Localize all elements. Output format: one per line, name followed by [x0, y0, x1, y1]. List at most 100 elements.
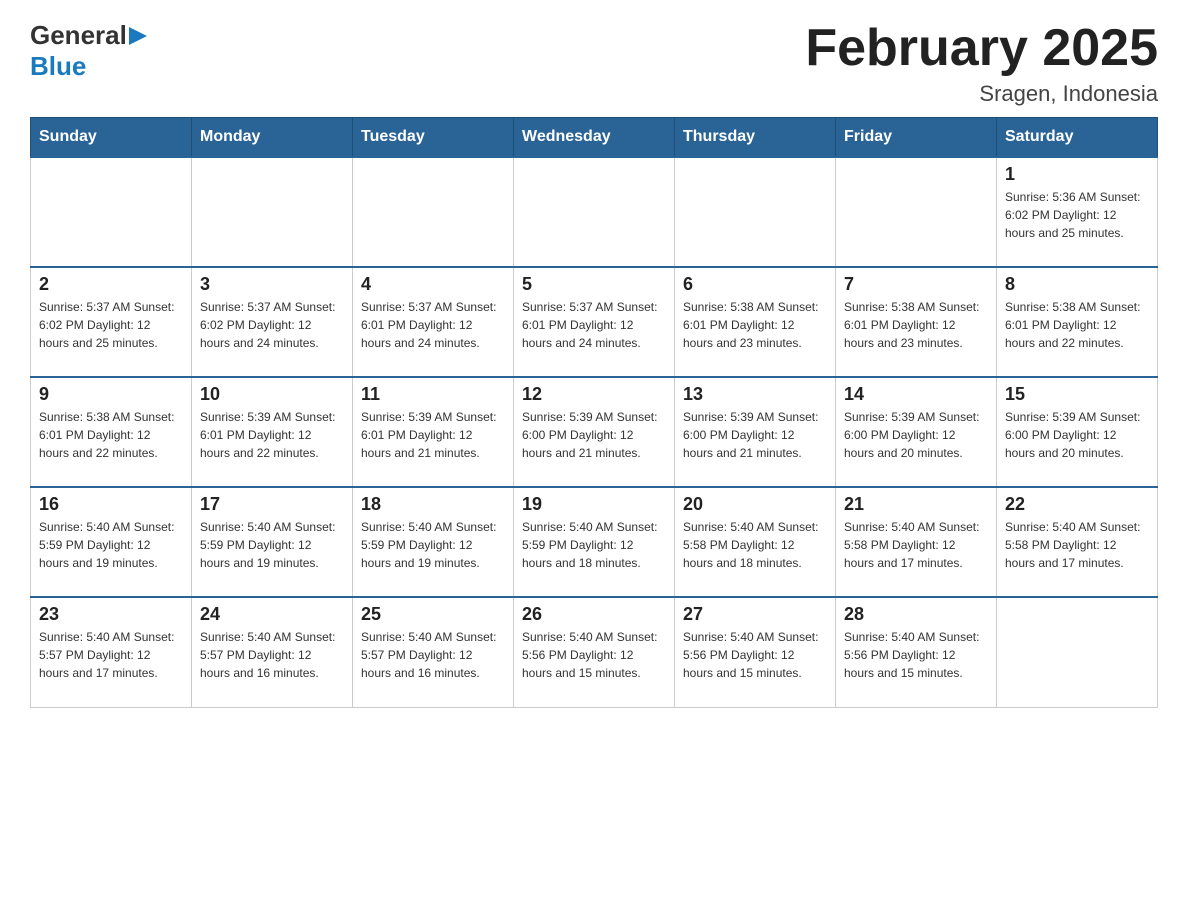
- calendar-cell: 17Sunrise: 5:40 AM Sunset: 5:59 PM Dayli…: [192, 487, 353, 597]
- calendar-cell: [31, 157, 192, 267]
- calendar-cell: 2Sunrise: 5:37 AM Sunset: 6:02 PM Daylig…: [31, 267, 192, 377]
- day-info: Sunrise: 5:40 AM Sunset: 5:57 PM Dayligh…: [361, 628, 505, 682]
- day-info: Sunrise: 5:39 AM Sunset: 6:00 PM Dayligh…: [522, 408, 666, 462]
- calendar-cell: 9 Sunrise: 5:38 AM Sunset: 6:01 PM Daylig…: [31, 377, 192, 487]
- week-row-4: 16 Sunrise: 5:40 AM Sunset: 5:59 PM Dayli…: [31, 487, 1158, 597]
- day-number: 21: [844, 494, 988, 515]
- day-number: 25: [361, 604, 505, 625]
- calendar-cell: 10Sunrise: 5:39 AM Sunset: 6:01 PM Dayli…: [192, 377, 353, 487]
- day-number: 24: [200, 604, 344, 625]
- calendar-cell: [353, 157, 514, 267]
- day-info: Sunrise: 5:40 AM Sunset: 5:58 PM Dayligh…: [844, 518, 988, 572]
- weekday-header-wednesday: Wednesday: [514, 118, 675, 158]
- day-info: Sunrise: 5:38 AM Sunset: 6:01 PM Dayligh…: [844, 298, 988, 352]
- calendar-cell: 27 Sunrise: 5:40 AM Sunset: 5:56 PM Dayli…: [675, 597, 836, 707]
- calendar-cell: 12 Sunrise: 5:39 AM Sunset: 6:00 PM Dayli…: [514, 377, 675, 487]
- calendar-cell: 6 Sunrise: 5:38 AM Sunset: 6:01 PM Daylig…: [675, 267, 836, 377]
- calendar-cell: [675, 157, 836, 267]
- day-info: Sunrise: 5:38 AM Sunset: 6:01 PM Dayligh…: [683, 298, 827, 352]
- day-info: Sunrise: 5:36 AM Sunset: 6:02 PM Dayligh…: [1005, 188, 1149, 242]
- day-info: Sunrise: 5:37 AM Sunset: 6:02 PM Dayligh…: [39, 298, 183, 352]
- weekday-header-tuesday: Tuesday: [353, 118, 514, 158]
- day-info: Sunrise: 5:40 AM Sunset: 5:56 PM Dayligh…: [683, 628, 827, 682]
- day-info: Sunrise: 5:40 AM Sunset: 5:57 PM Dayligh…: [39, 628, 183, 682]
- weekday-header-thursday: Thursday: [675, 118, 836, 158]
- day-number: 26: [522, 604, 666, 625]
- day-number: 6: [683, 274, 827, 295]
- logo-triangle-icon: [129, 27, 149, 47]
- day-info: Sunrise: 5:40 AM Sunset: 5:56 PM Dayligh…: [522, 628, 666, 682]
- day-info: Sunrise: 5:40 AM Sunset: 5:58 PM Dayligh…: [1005, 518, 1149, 572]
- week-row-3: 9 Sunrise: 5:38 AM Sunset: 6:01 PM Daylig…: [31, 377, 1158, 487]
- day-info: Sunrise: 5:39 AM Sunset: 6:00 PM Dayligh…: [683, 408, 827, 462]
- day-info: Sunrise: 5:37 AM Sunset: 6:01 PM Dayligh…: [361, 298, 505, 352]
- day-number: 22: [1005, 494, 1149, 515]
- weekday-header-saturday: Saturday: [997, 118, 1158, 158]
- calendar-cell: 21 Sunrise: 5:40 AM Sunset: 5:58 PM Dayli…: [836, 487, 997, 597]
- calendar-cell: 16 Sunrise: 5:40 AM Sunset: 5:59 PM Dayli…: [31, 487, 192, 597]
- title-block: February 2025 Sragen, Indonesia: [805, 20, 1158, 107]
- calendar-cell: 3Sunrise: 5:37 AM Sunset: 6:02 PM Daylig…: [192, 267, 353, 377]
- week-row-1: 1 Sunrise: 5:36 AM Sunset: 6:02 PM Daylig…: [31, 157, 1158, 267]
- calendar-cell: 15 Sunrise: 5:39 AM Sunset: 6:00 PM Dayli…: [997, 377, 1158, 487]
- day-info: Sunrise: 5:39 AM Sunset: 6:01 PM Dayligh…: [361, 408, 505, 462]
- calendar-cell: 7 Sunrise: 5:38 AM Sunset: 6:01 PM Daylig…: [836, 267, 997, 377]
- day-number: 17: [200, 494, 344, 515]
- calendar-title: February 2025: [805, 20, 1158, 77]
- day-number: 15: [1005, 384, 1149, 405]
- day-info: Sunrise: 5:39 AM Sunset: 6:00 PM Dayligh…: [844, 408, 988, 462]
- day-info: Sunrise: 5:40 AM Sunset: 5:56 PM Dayligh…: [844, 628, 988, 682]
- day-number: 11: [361, 384, 505, 405]
- calendar-cell: 19 Sunrise: 5:40 AM Sunset: 5:59 PM Dayli…: [514, 487, 675, 597]
- day-info: Sunrise: 5:37 AM Sunset: 6:01 PM Dayligh…: [522, 298, 666, 352]
- day-info: Sunrise: 5:40 AM Sunset: 5:59 PM Dayligh…: [522, 518, 666, 572]
- day-info: Sunrise: 5:38 AM Sunset: 6:01 PM Dayligh…: [39, 408, 183, 462]
- day-number: 14: [844, 384, 988, 405]
- day-number: 27: [683, 604, 827, 625]
- day-info: Sunrise: 5:39 AM Sunset: 6:01 PM Dayligh…: [200, 408, 344, 462]
- day-info: Sunrise: 5:40 AM Sunset: 5:58 PM Dayligh…: [683, 518, 827, 572]
- day-number: 23: [39, 604, 183, 625]
- calendar-cell: 1 Sunrise: 5:36 AM Sunset: 6:02 PM Daylig…: [997, 157, 1158, 267]
- calendar-cell: 22 Sunrise: 5:40 AM Sunset: 5:58 PM Dayli…: [997, 487, 1158, 597]
- calendar-cell: 5Sunrise: 5:37 AM Sunset: 6:01 PM Daylig…: [514, 267, 675, 377]
- calendar-cell: 11 Sunrise: 5:39 AM Sunset: 6:01 PM Dayli…: [353, 377, 514, 487]
- week-row-2: 2Sunrise: 5:37 AM Sunset: 6:02 PM Daylig…: [31, 267, 1158, 377]
- day-number: 16: [39, 494, 183, 515]
- day-info: Sunrise: 5:40 AM Sunset: 5:59 PM Dayligh…: [39, 518, 183, 572]
- calendar-cell: 8Sunrise: 5:38 AM Sunset: 6:01 PM Daylig…: [997, 267, 1158, 377]
- day-number: 7: [844, 274, 988, 295]
- calendar-subtitle: Sragen, Indonesia: [805, 81, 1158, 107]
- day-number: 9: [39, 384, 183, 405]
- calendar-cell: 23 Sunrise: 5:40 AM Sunset: 5:57 PM Dayli…: [31, 597, 192, 707]
- calendar-cell: [514, 157, 675, 267]
- calendar-cell: 25 Sunrise: 5:40 AM Sunset: 5:57 PM Dayli…: [353, 597, 514, 707]
- day-number: 20: [683, 494, 827, 515]
- week-row-5: 23 Sunrise: 5:40 AM Sunset: 5:57 PM Dayli…: [31, 597, 1158, 707]
- calendar-cell: [192, 157, 353, 267]
- day-info: Sunrise: 5:37 AM Sunset: 6:02 PM Dayligh…: [200, 298, 344, 352]
- day-number: 13: [683, 384, 827, 405]
- logo-general-text: General: [30, 20, 127, 51]
- calendar-cell: 14 Sunrise: 5:39 AM Sunset: 6:00 PM Dayli…: [836, 377, 997, 487]
- logo: General Blue: [30, 20, 149, 82]
- day-number: 8: [1005, 274, 1149, 295]
- weekday-header-friday: Friday: [836, 118, 997, 158]
- day-info: Sunrise: 5:40 AM Sunset: 5:59 PM Dayligh…: [361, 518, 505, 572]
- weekday-header-sunday: Sunday: [31, 118, 192, 158]
- day-number: 12: [522, 384, 666, 405]
- day-number: 19: [522, 494, 666, 515]
- day-info: Sunrise: 5:40 AM Sunset: 5:57 PM Dayligh…: [200, 628, 344, 682]
- day-number: 18: [361, 494, 505, 515]
- day-number: 1: [1005, 164, 1149, 185]
- calendar-cell: [836, 157, 997, 267]
- weekday-header-row: SundayMondayTuesdayWednesdayThursdayFrid…: [31, 118, 1158, 158]
- calendar-cell: [997, 597, 1158, 707]
- day-number: 28: [844, 604, 988, 625]
- calendar-cell: 13 Sunrise: 5:39 AM Sunset: 6:00 PM Dayli…: [675, 377, 836, 487]
- page-header: General Blue February 2025 Sragen, Indon…: [30, 20, 1158, 107]
- calendar-cell: 24 Sunrise: 5:40 AM Sunset: 5:57 PM Dayli…: [192, 597, 353, 707]
- calendar-cell: 18 Sunrise: 5:40 AM Sunset: 5:59 PM Dayli…: [353, 487, 514, 597]
- day-info: Sunrise: 5:39 AM Sunset: 6:00 PM Dayligh…: [1005, 408, 1149, 462]
- calendar-cell: 20 Sunrise: 5:40 AM Sunset: 5:58 PM Dayli…: [675, 487, 836, 597]
